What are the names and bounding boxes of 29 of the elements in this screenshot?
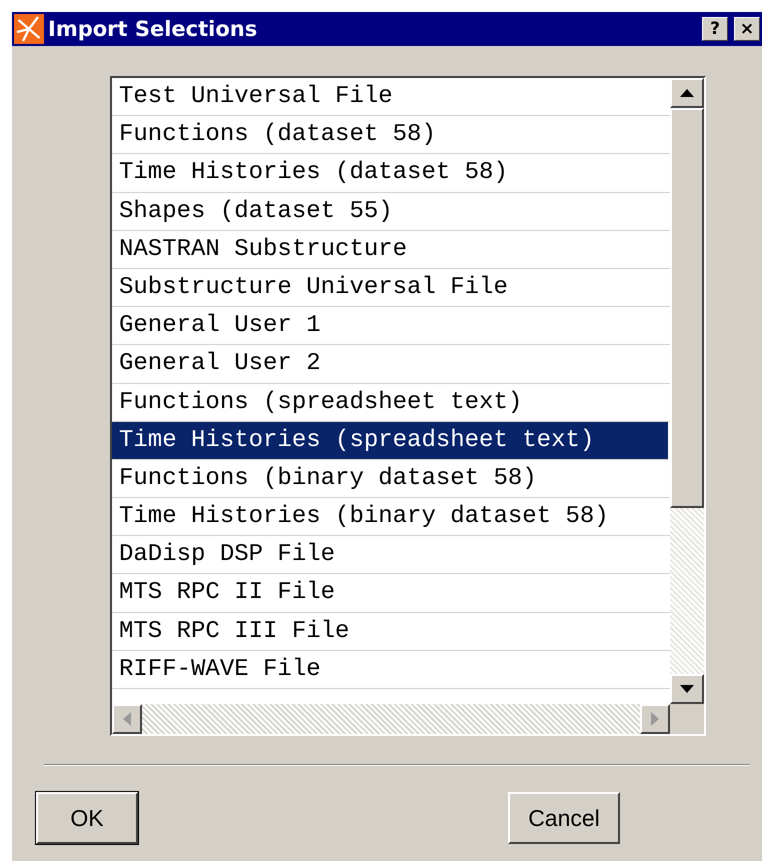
list-item[interactable]: MTS RPC III File xyxy=(112,612,670,651)
list-item[interactable]: MTS RPC II File xyxy=(112,574,670,613)
list-item[interactable]: Shapes (dataset 55) xyxy=(112,192,670,231)
help-button[interactable]: ? xyxy=(702,17,728,41)
vertical-scrollbar[interactable] xyxy=(670,78,704,704)
list-item[interactable]: General User 1 xyxy=(112,307,670,346)
right-arrow-icon xyxy=(651,712,659,726)
scroll-thumb[interactable] xyxy=(670,108,704,508)
down-arrow-icon xyxy=(680,685,694,693)
app-icon xyxy=(14,14,44,44)
list-item[interactable]: Substructure Universal File xyxy=(112,268,670,308)
list-item[interactable]: General User 2 xyxy=(112,345,670,384)
list-item[interactable]: Time Histories (dataset 58) xyxy=(112,154,670,193)
list-item[interactable]: Functions (binary dataset 58) xyxy=(112,460,670,498)
list-item[interactable]: Time Histories (spreadsheet text) xyxy=(112,422,668,460)
list-item[interactable]: Time Histories (binary dataset 58) xyxy=(112,498,670,536)
window-title: Import Selections xyxy=(48,17,258,41)
list-item[interactable]: DaDisp DSP File xyxy=(112,536,670,574)
horizontal-scrollbar[interactable] xyxy=(112,704,704,734)
close-button[interactable]: × xyxy=(734,17,760,41)
list-item[interactable]: Test Universal File xyxy=(112,78,670,116)
ok-button[interactable]: OK xyxy=(36,792,138,844)
scrollbar-corner xyxy=(670,704,704,734)
cancel-button[interactable]: Cancel xyxy=(508,792,620,844)
list-item[interactable]: RIFF-WAVE File xyxy=(112,650,670,689)
left-arrow-icon xyxy=(123,712,131,726)
list-item[interactable]: Functions (dataset 58) xyxy=(112,116,670,154)
list-item[interactable]: NASTRAN Substructure xyxy=(112,230,670,269)
up-arrow-icon xyxy=(680,89,694,97)
